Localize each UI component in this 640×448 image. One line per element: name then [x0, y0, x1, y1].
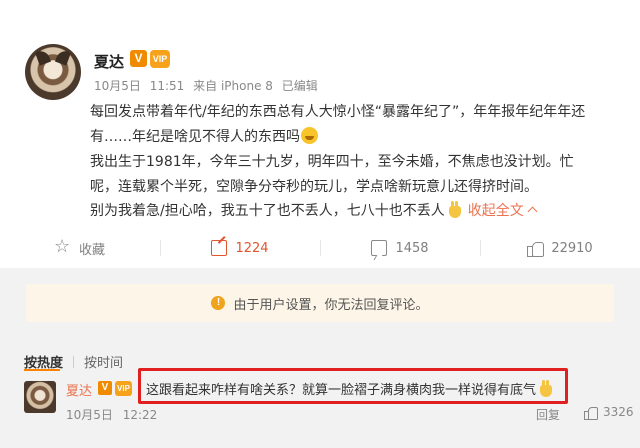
laugh-emoji-icon — [301, 126, 318, 144]
verified-badge-icon: V — [98, 381, 112, 395]
comment-button[interactable]: 1458 — [320, 230, 480, 266]
active-tab-underline — [24, 369, 60, 371]
repost-count: 1224 — [235, 240, 269, 256]
comment-like-count: 3326 — [603, 405, 634, 419]
avatar-cat-ear — [54, 48, 72, 66]
favorite-button[interactable]: 收藏 — [0, 230, 160, 266]
chevron-up-icon — [527, 206, 538, 217]
post-edited[interactable]: 已编辑 — [282, 79, 318, 93]
weibo-post: 夏达 V VIP 10月5日 11:51 来自 iPhone 8 已编辑 每回发… — [0, 0, 640, 268]
post-time: 11:51 — [149, 79, 185, 93]
sort-divider — [73, 355, 75, 368]
comment-time: 12:22 — [122, 408, 158, 422]
post-content: 每回发点带着年代/年纪的东西总有人大惊小怪“暴露年纪了”，年年报年纪年年还 有…… — [90, 100, 630, 224]
comment-timestamp: 10月5日 12:22 — [66, 406, 157, 423]
author-name[interactable]: 夏达 — [94, 51, 124, 72]
reply-button[interactable]: 回复 — [536, 406, 560, 423]
comment-like-button[interactable]: 3326 — [584, 405, 634, 420]
like-count: 22910 — [551, 240, 593, 256]
favorite-label: 收藏 — [78, 242, 105, 258]
reply-restriction-notice: ! 由于用户设置，你无法回复评论。 — [26, 284, 614, 322]
collapse-full-text-link[interactable]: 收起全文 — [468, 203, 538, 219]
repost-button[interactable]: 1224 — [160, 230, 320, 266]
thumbs-up-icon — [527, 240, 545, 257]
notice-text: 由于用户设置，你无法回复评论。 — [233, 297, 429, 313]
comment-section: ! 由于用户设置，你无法回复评论。 按热度 按时间 夏达 V VIP 这跟看起来… — [0, 268, 640, 448]
thumbs-up-icon — [584, 406, 598, 420]
commenter-name[interactable]: 夏达 — [66, 380, 92, 399]
comment-date: 10月5日 — [66, 408, 113, 422]
highlight-annotation-box — [138, 368, 568, 404]
comment-icon — [371, 240, 388, 256]
post-date: 10月5日 — [94, 79, 141, 93]
post-source[interactable]: 来自 iPhone 8 — [193, 79, 273, 93]
sort-by-time-tab[interactable]: 按时间 — [84, 352, 123, 371]
warning-icon: ! — [211, 296, 226, 310]
repost-icon — [211, 240, 228, 256]
post-line: 别为我着急/担心哈，我五十了也不丢人，七八十也不丢人 收起全文 — [90, 199, 630, 224]
verified-badge-icon: V — [130, 50, 147, 67]
avatar-cat-ear — [34, 48, 52, 66]
star-icon — [54, 236, 71, 257]
post-action-bar: 收藏 1224 1458 22910 — [0, 230, 640, 266]
post-meta: 10月5日 11:51 来自 iPhone 8 已编辑 — [94, 77, 323, 94]
commenter-avatar[interactable] — [24, 381, 56, 413]
like-button[interactable]: 22910 — [480, 230, 640, 266]
author-avatar[interactable] — [25, 44, 81, 100]
post-line: 我出生于1981年，今年三十九岁，明年四十，至今未婚，不焦虑也没计划。忙 — [90, 154, 574, 170]
post-line: 呢，连载累个半死，空隙争分夺秒的玩儿，学点啥新玩意儿还得挤时间。 — [90, 178, 538, 195]
member-badge-icon: VIP — [115, 381, 132, 396]
post-line: 每回发点带着年代/年纪的东西总有人大惊小怪“暴露年纪了”，年年报年纪年年还 — [90, 104, 586, 120]
comment-count: 1458 — [395, 240, 429, 256]
member-badge-icon: VIP — [150, 50, 170, 68]
hand-wave-emoji-icon — [446, 201, 464, 219]
post-line: 有……年纪是啥见不得人的东西吗 — [90, 125, 630, 150]
